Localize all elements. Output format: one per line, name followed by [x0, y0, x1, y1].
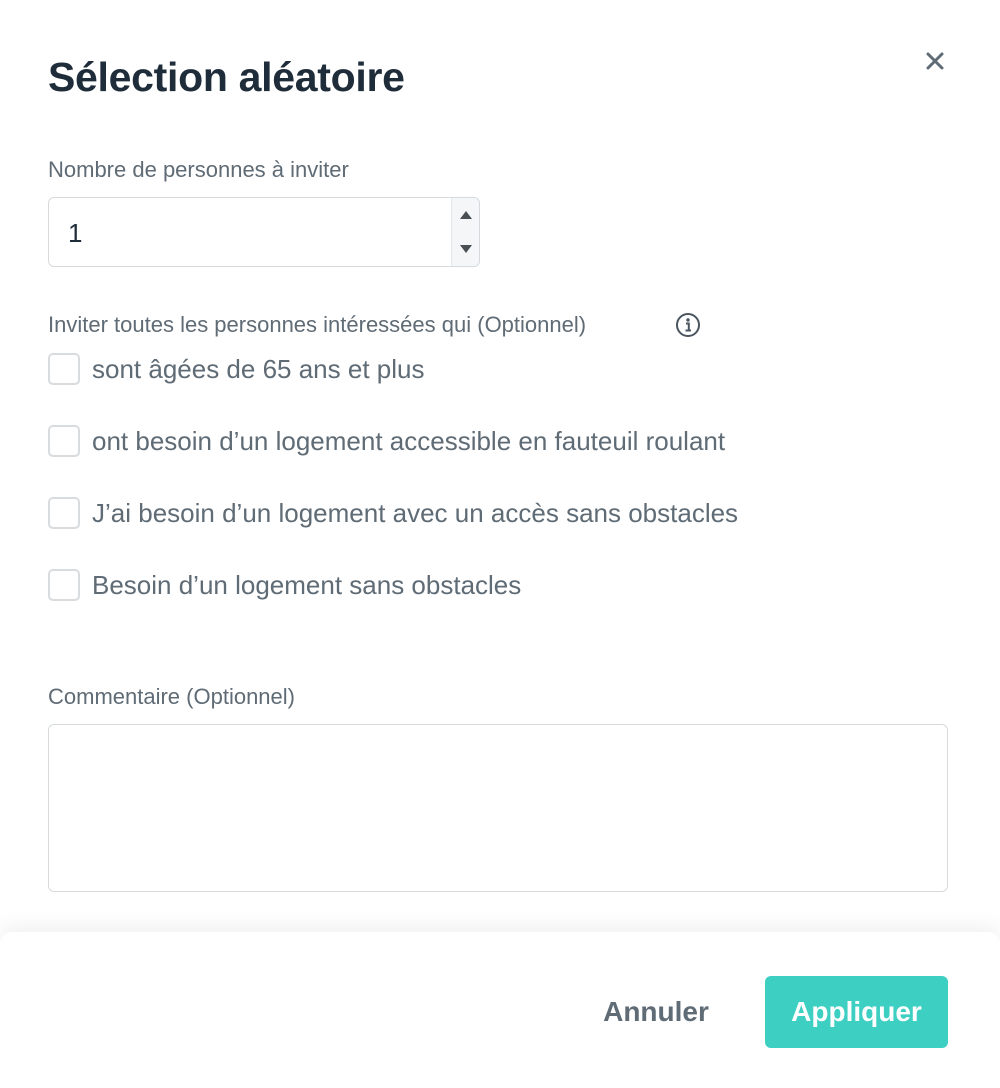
checkbox-seniors[interactable] [48, 353, 80, 385]
random-selection-modal: Sélection aléatoire Nombre de personnes … [0, 0, 1000, 1088]
checkbox-label: Besoin d’un logement sans obstacles [92, 569, 522, 600]
checkbox-wheelchair[interactable] [48, 425, 80, 457]
criteria-option-wheelchair[interactable]: ont besoin d’un logement accessible en f… [48, 425, 725, 457]
checkbox-label: J’ai besoin d’un logement avec un accès … [92, 497, 739, 528]
checkbox-barrier-free[interactable] [48, 569, 80, 601]
invite-count-input[interactable]: 1 [48, 197, 480, 267]
comment-textarea[interactable] [48, 724, 948, 892]
info-circle-icon[interactable] [675, 312, 701, 338]
checkbox-step-free-access[interactable] [48, 497, 80, 529]
stepper-decrement-button[interactable] [452, 232, 480, 266]
close-button[interactable] [918, 44, 952, 78]
criteria-option-step-free-access[interactable]: J’ai besoin d’un logement avec un accès … [48, 497, 738, 529]
invite-count-label: Nombre de personnes à inviter [48, 157, 349, 182]
caret-up-icon [460, 211, 472, 219]
apply-button[interactable]: Appliquer [765, 976, 948, 1048]
criteria-option-seniors[interactable]: sont âgées de 65 ans et plus [48, 353, 424, 385]
checkbox-label: ont besoin d’un logement accessible en f… [92, 425, 726, 456]
invite-count-value[interactable]: 1 [68, 218, 82, 249]
comment-label: Commentaire (Optionnel) [48, 684, 295, 709]
modal-title: Sélection aléatoire [48, 54, 405, 100]
checkbox-label: sont âgées de 65 ans et plus [92, 353, 425, 384]
stepper-increment-button[interactable] [452, 198, 480, 232]
criteria-option-barrier-free[interactable]: Besoin d’un logement sans obstacles [48, 569, 521, 601]
close-icon [926, 52, 944, 70]
caret-down-icon [460, 245, 472, 253]
modal-footer: Annuler Appliquer [0, 932, 1000, 1088]
quantity-stepper[interactable] [451, 198, 479, 266]
cancel-button[interactable]: Annuler [590, 976, 722, 1048]
criteria-label: Inviter toutes les personnes intéressées… [48, 312, 587, 337]
